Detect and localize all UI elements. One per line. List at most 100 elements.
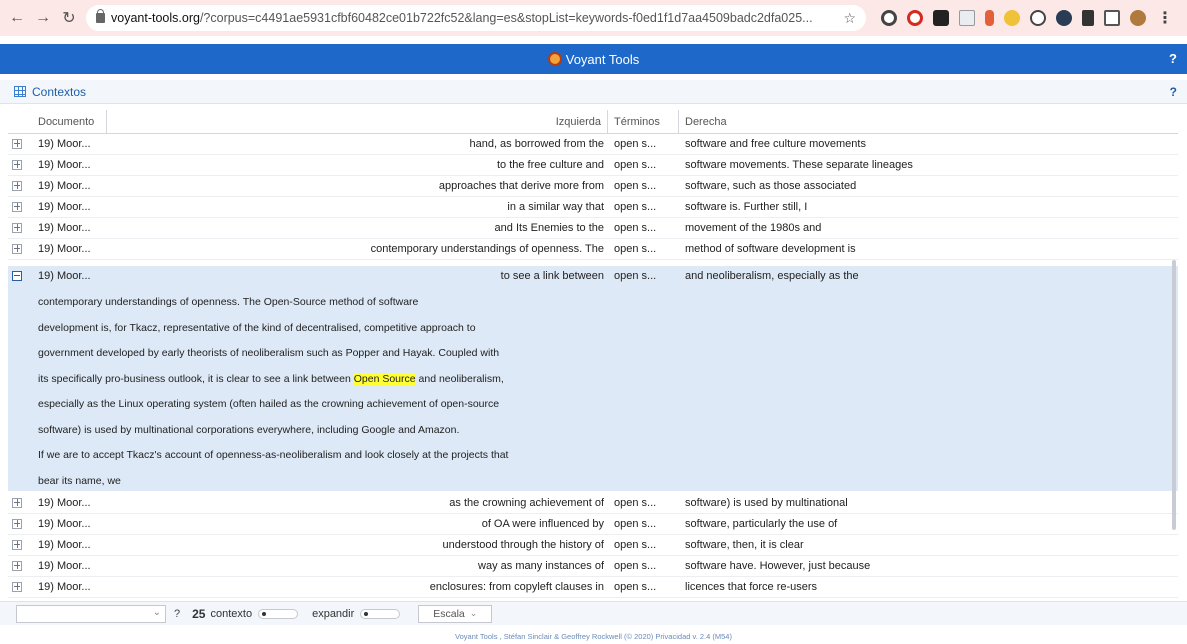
slider-knob[interactable] — [364, 611, 369, 616]
cell-term: open s... — [614, 222, 657, 234]
expand-row-icon[interactable] — [12, 139, 22, 149]
chevron-down-icon[interactable]: ⌄ — [153, 607, 161, 618]
extension-ring-icon[interactable] — [881, 10, 897, 26]
opera-icon[interactable] — [907, 10, 923, 26]
expand-row-icon[interactable] — [12, 519, 22, 529]
context-line: bear its name, we — [38, 474, 121, 487]
expand-row-icon[interactable] — [12, 582, 22, 592]
cell-left-context: as the crowning achievement of — [449, 497, 604, 509]
cell-document: 19) Moor... — [38, 518, 91, 530]
back-arrow-icon[interactable]: ← — [4, 5, 30, 31]
table-row[interactable]: 19) Moor... and Its Enemies to the open … — [8, 218, 1178, 239]
cell-left-context: approaches that derive more from — [438, 180, 604, 192]
expand-row-icon[interactable] — [12, 160, 22, 170]
document-icon[interactable] — [959, 10, 975, 26]
table-row[interactable]: 19) Moor... approaches that derive more … — [8, 176, 1178, 197]
table-row[interactable]: 19) Moor... as the crowning achievement … — [8, 493, 1178, 514]
context-slider[interactable] — [258, 608, 299, 619]
scale-label: Escala — [433, 607, 465, 620]
cell-term: open s... — [614, 560, 657, 572]
collapse-row-icon[interactable] — [12, 271, 22, 281]
footer-credits[interactable]: Voyant Tools , Stéfan Sinclair & Geoffre… — [0, 630, 1187, 644]
extension-icons — [876, 10, 1151, 26]
context-text: and neoliberalism, — [415, 372, 504, 385]
search-help-icon[interactable]: ? — [174, 608, 180, 620]
column-header-document[interactable]: Documento — [32, 110, 107, 134]
browser-menu-icon[interactable]: ⋮ — [1157, 8, 1173, 28]
cell-document: 19) Moor... — [38, 560, 91, 572]
cast-icon[interactable] — [1104, 10, 1120, 26]
cell-left-context: hand, as borrowed from the — [469, 138, 604, 150]
expand-row-icon[interactable] — [12, 561, 22, 571]
table-row[interactable]: 19) Moor... contemporary understandings … — [8, 239, 1178, 260]
extension-badge-icon[interactable] — [1056, 10, 1072, 26]
cell-term: open s... — [614, 243, 657, 255]
cell-document: 19) Moor... — [38, 201, 91, 213]
cell-left-context: understood through the history of — [442, 539, 604, 551]
thumbs-up-icon[interactable] — [1004, 10, 1020, 26]
chevron-down-icon: ⌄ — [469, 608, 478, 618]
extension-dark-icon[interactable] — [933, 10, 949, 26]
expanded-context-row[interactable]: 19) Moor... to see a link between open s… — [8, 266, 1178, 491]
cell-left-context: enclosures: from copyleft clauses in — [429, 581, 604, 593]
contexts-grid: Documento Izquierda Términos Derecha 19)… — [8, 110, 1178, 600]
cell-document: 19) Moor... — [38, 159, 91, 171]
context-text: its specifically pro-business outlook, i… — [38, 372, 354, 385]
table-row[interactable]: 19) Moor... of OA were influenced by ope… — [8, 514, 1178, 535]
cell-left-context: contemporary understandings of openness.… — [370, 243, 604, 255]
cell-document: 19) Moor... — [38, 270, 91, 282]
search-input[interactable]: ⌄ — [16, 604, 166, 623]
lock-icon — [96, 9, 105, 23]
profile-avatar[interactable] — [1130, 10, 1146, 26]
context-line: its specifically pro-business outlook, i… — [38, 367, 638, 393]
context-line: If we are to accept Tkacz's account of o… — [38, 449, 509, 461]
table-row[interactable]: 19) Moor... hand, as borrowed from the o… — [8, 134, 1178, 155]
column-header-right[interactable]: Derecha — [679, 110, 1178, 134]
expand-row-icon[interactable] — [12, 202, 22, 212]
table-row[interactable]: 19) Moor... understood through the histo… — [8, 535, 1178, 556]
bookmark-star-icon[interactable]: ☆ — [835, 10, 856, 27]
cell-right-context: software and free culture movements — [685, 138, 866, 150]
app-help-icon[interactable]: ? — [1169, 51, 1177, 66]
slider-knob[interactable] — [262, 611, 267, 616]
table-row[interactable]: 19) Moor... enclosures: from copyleft cl… — [8, 577, 1178, 598]
puzzle-icon[interactable] — [1082, 10, 1094, 26]
app-title: Voyant Tools — [565, 51, 640, 67]
column-header-left[interactable]: Izquierda — [107, 110, 608, 134]
app-header: Voyant Tools ? — [0, 44, 1187, 74]
cell-document: 19) Moor... — [38, 222, 91, 234]
cell-document: 19) Moor... — [38, 539, 91, 551]
expand-row-icon[interactable] — [12, 498, 22, 508]
expand-row-icon[interactable] — [12, 540, 22, 550]
expand-row-icon[interactable] — [12, 181, 22, 191]
url-path: /?corpus=c4491ae5931cfbf60482ce01b722fc5… — [199, 11, 813, 25]
forward-arrow-icon[interactable]: → — [30, 5, 56, 31]
cell-right-context: software movements. These separate linea… — [685, 159, 913, 171]
cell-right-context: software, particularly the use of — [685, 518, 838, 530]
grid-scrollbar[interactable] — [1172, 260, 1176, 530]
scale-dropdown[interactable]: Escala ⌄ — [418, 604, 493, 623]
table-row[interactable]: 19) Moor... in a similar way that open s… — [8, 197, 1178, 218]
table-row[interactable]: 19) Moor... to the free culture and open… — [8, 155, 1178, 176]
cell-right-context: software have. However, just because — [685, 560, 871, 572]
extension-orange-icon[interactable] — [985, 10, 994, 26]
cell-left-context: way as many instances of — [478, 560, 604, 572]
cell-term: open s... — [614, 159, 657, 171]
timer-icon[interactable] — [1030, 10, 1046, 26]
context-line: contemporary understandings of openness.… — [38, 296, 419, 308]
table-row-expanded[interactable]: 19) Moor... to see a link between open s… — [8, 266, 1178, 287]
address-bar[interactable]: voyant-tools.org/?corpus=c4491ae5931cfbf… — [86, 5, 866, 31]
cell-left-context: of OA were influenced by — [481, 518, 604, 530]
expand-slider[interactable] — [360, 608, 401, 619]
expand-row-icon[interactable] — [12, 223, 22, 233]
context-line: development is, for Tkacz, representativ… — [38, 321, 476, 334]
reload-icon[interactable]: ↻ — [56, 5, 82, 31]
cell-left-context: in a similar way that — [507, 201, 604, 213]
cell-document: 19) Moor... — [38, 581, 91, 593]
cell-right-context: software is. Further still, I — [685, 201, 808, 213]
keyword-highlight: Open Source — [353, 372, 416, 385]
table-row[interactable]: 19) Moor... way as many instances of ope… — [8, 556, 1178, 577]
column-header-term[interactable]: Términos — [608, 110, 679, 134]
panel-help-icon[interactable]: ? — [1170, 85, 1177, 99]
expand-row-icon[interactable] — [12, 244, 22, 254]
